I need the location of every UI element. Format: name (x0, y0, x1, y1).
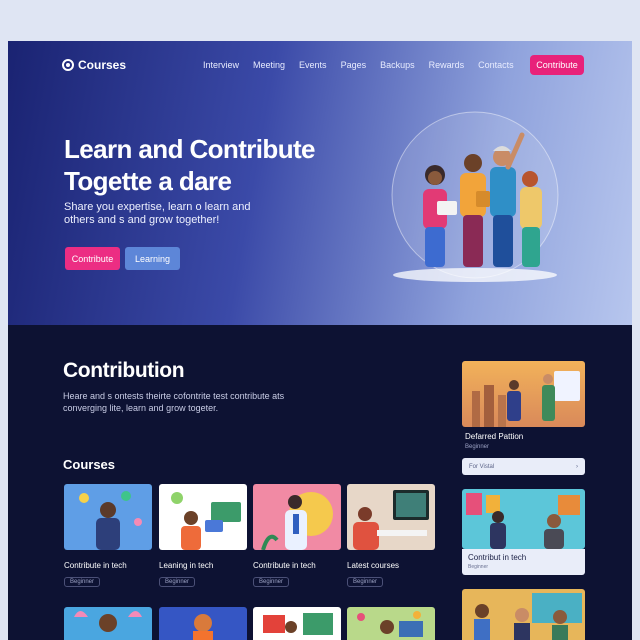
featured-card-2-title: Contribut in tech (468, 553, 527, 562)
course-level-badge: Beginner (253, 577, 290, 587)
hero-subtitle: Share you expertise, learn o learn and o… (64, 201, 251, 226)
course-title: Leaning in tech (159, 561, 214, 570)
course-thumbnail[interactable] (159, 607, 247, 640)
course-card[interactable]: Latest courses Beginner (347, 484, 435, 588)
contribution-title: Contribution (63, 359, 185, 382)
featured-card-2-subtitle: Beginner (468, 564, 489, 570)
course-title: Contribute in tech (64, 561, 127, 570)
nav-item-pages[interactable]: Pages (341, 60, 367, 70)
course-card[interactable]: Contribute in tech Beginner (253, 484, 341, 588)
logo[interactable]: Courses (62, 58, 126, 72)
nav-item-meeting[interactable]: Meeting (253, 60, 285, 70)
hero-illustration (391, 111, 559, 282)
course-thumbnail[interactable] (253, 607, 341, 640)
course-title: Latest courses (347, 561, 400, 570)
nav-item-backups[interactable]: Backups (380, 60, 415, 70)
featured-thumbnail[interactable] (462, 361, 585, 427)
contribute-nav-button[interactable]: Contribute (530, 55, 584, 75)
course-thumbnail (64, 484, 152, 550)
course-card[interactable]: Leaning in tech Beginner (159, 484, 247, 588)
hero-section: Courses Interview Meeting Events Pages B… (8, 41, 632, 325)
featured-link-bar[interactable]: For Vistal › (462, 458, 585, 475)
hero-title-line1: Learn and Contribute (64, 134, 316, 164)
featured-thumbnail-3[interactable] (462, 589, 585, 640)
featured-title: Defarred Pattion (465, 432, 524, 441)
course-level-badge: Beginner (159, 577, 196, 587)
nav-item-interview[interactable]: Interview (203, 60, 239, 70)
course-thumbnail (159, 484, 247, 550)
nav-item-events[interactable]: Events (299, 60, 327, 70)
nav-item-rewards[interactable]: Rewards (429, 60, 465, 70)
course-card[interactable]: Contribute in tech Beginner (64, 484, 152, 588)
featured-bar-label: For Vistal (469, 463, 495, 470)
app-window: Courses Interview Meeting Events Pages B… (8, 41, 632, 640)
course-level-badge: Beginner (347, 577, 384, 587)
course-title: Contribute in tech (253, 561, 316, 570)
hero-title: Learn and Contribute Togette a dare (64, 133, 364, 197)
course-level-badge: Beginner (64, 577, 101, 587)
featured-card-2[interactable]: Contribut in tech Beginner (462, 549, 585, 575)
featured-thumbnail-2[interactable] (462, 489, 585, 549)
contribution-description: Heare and s ontests theirte cofontrite t… (63, 391, 285, 413)
top-nav: Interview Meeting Events Pages Backups R… (203, 60, 528, 70)
course-thumbnail (347, 484, 435, 550)
course-thumbnail[interactable] (347, 607, 435, 640)
nav-item-contacts[interactable]: Contacts (478, 60, 514, 70)
course-thumbnail (253, 484, 341, 551)
courses-heading: Courses (63, 457, 116, 472)
learning-button[interactable]: Learning (125, 247, 180, 270)
hero-title-line2: Togette a dare (64, 166, 232, 196)
chevron-right-icon: › (576, 463, 578, 470)
logo-text: Courses (78, 58, 127, 72)
contribute-button[interactable]: Contribute (65, 247, 120, 270)
featured-subtitle: Beginner (465, 444, 490, 450)
logo-icon (62, 59, 74, 71)
course-thumbnail[interactable] (64, 607, 152, 640)
